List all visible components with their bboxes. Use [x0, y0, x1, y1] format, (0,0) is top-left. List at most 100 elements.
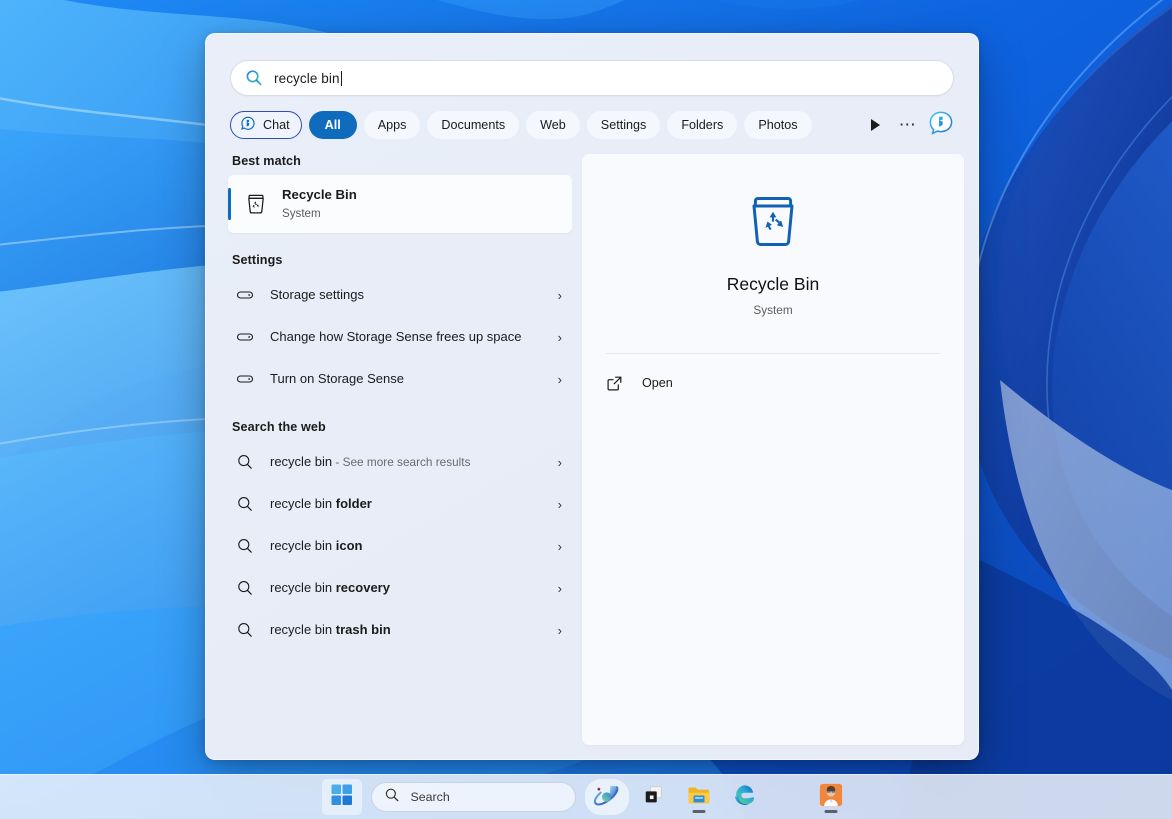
- web-result-label: recycle bin recovery: [270, 578, 548, 598]
- filter-pill-apps[interactable]: Apps: [363, 111, 421, 139]
- magnifier-icon: [236, 537, 254, 555]
- settings-result-storage-sense-free-space[interactable]: Change how Storage Sense frees up space …: [228, 316, 572, 358]
- preview-action-open[interactable]: Open: [582, 360, 964, 406]
- section-heading-search-the-web: Search the web: [232, 420, 326, 434]
- text-caret: [340, 70, 342, 86]
- filter-next-button[interactable]: [862, 112, 888, 138]
- web-result-note: - See more search results: [332, 454, 471, 469]
- search-input[interactable]: recycle bin: [230, 60, 954, 96]
- play-arrow-icon: [870, 119, 880, 131]
- web-result-see-more[interactable]: recycle bin - See more search results ›: [228, 441, 572, 483]
- filter-pill-web[interactable]: Web: [526, 111, 580, 139]
- settings-result-turn-on-storage-sense[interactable]: Turn on Storage Sense ›: [228, 358, 572, 400]
- taskbar-item-copilot[interactable]: [584, 779, 629, 815]
- windows-search-panel: recycle bin Chat All Apps Documents Web: [205, 33, 979, 760]
- settings-result-storage-settings[interactable]: Storage settings ›: [228, 274, 572, 316]
- search-results-body: Best match Recycle Bin System Settings S…: [206, 139, 978, 759]
- taskbar-item-profile-app[interactable]: [811, 779, 851, 815]
- preview-panel: Recycle Bin System Open: [582, 154, 964, 745]
- web-result-query: recycle bin: [270, 495, 336, 511]
- recycle-bin-icon: [244, 192, 268, 216]
- filter-pill-chat[interactable]: Chat: [230, 111, 302, 139]
- web-result-suffix: icon: [335, 537, 363, 553]
- preview-divider: [606, 353, 940, 354]
- filter-pill-documents[interactable]: Documents: [427, 111, 520, 139]
- web-result-label: recycle bin - See more search results: [270, 452, 548, 472]
- preview-title: Recycle Bin: [726, 274, 820, 294]
- chevron-right-icon[interactable]: ›: [548, 581, 562, 596]
- web-result-label: recycle bin icon: [270, 536, 548, 556]
- search-icon: [245, 69, 263, 87]
- filter-pill-folders-label: Folders: [681, 118, 724, 132]
- web-result-query: recycle bin: [270, 453, 333, 469]
- chevron-right-icon[interactable]: ›: [548, 372, 562, 387]
- preview-action-label: Open: [642, 376, 673, 390]
- hard-drive-icon: [236, 370, 254, 388]
- filter-pill-settings-label: Settings: [600, 118, 647, 132]
- best-match-subtitle: System: [282, 207, 321, 220]
- settings-result-label: Turn on Storage Sense: [270, 370, 404, 386]
- results-column: Best match Recycle Bin System Settings S…: [220, 154, 572, 745]
- windows-logo-icon: [331, 784, 353, 811]
- filter-pill-photos[interactable]: Photos: [744, 111, 812, 139]
- section-heading-settings: Settings: [232, 253, 283, 267]
- web-result-icon[interactable]: recycle bin icon ›: [228, 525, 572, 567]
- taskbar-item-edge[interactable]: [724, 779, 764, 815]
- web-result-recovery[interactable]: recycle bin recovery ›: [228, 567, 572, 609]
- taskbar-search-placeholder: Search: [410, 790, 450, 804]
- file-explorer-icon: [687, 784, 711, 811]
- filter-more-button[interactable]: ⋯: [895, 112, 921, 138]
- chevron-right-icon[interactable]: ›: [548, 330, 562, 345]
- hard-drive-icon: [236, 328, 254, 346]
- chevron-right-icon[interactable]: ›: [548, 623, 562, 638]
- chevron-right-icon[interactable]: ›: [548, 288, 562, 303]
- taskbar: Search: [0, 774, 1172, 819]
- chevron-right-icon[interactable]: ›: [548, 455, 562, 470]
- chevron-right-icon[interactable]: ›: [548, 497, 562, 512]
- settings-result-label: Change how Storage Sense frees up space: [270, 328, 522, 344]
- taskbar-search-box[interactable]: Search: [370, 782, 576, 812]
- magnifier-icon: [236, 495, 254, 513]
- preview-subtitle: System: [753, 303, 793, 317]
- search-icon: [384, 787, 400, 808]
- web-result-label: recycle bin folder: [270, 494, 548, 514]
- filter-pill-photos-label: Photos: [758, 118, 798, 132]
- filter-pill-settings[interactable]: Settings: [586, 111, 661, 139]
- search-box-container: recycle bin: [206, 34, 978, 96]
- task-view-icon: [643, 784, 665, 811]
- bing-chat-icon: [928, 110, 954, 141]
- web-result-folder[interactable]: recycle bin folder ›: [228, 483, 572, 525]
- hard-drive-icon: [236, 286, 254, 304]
- web-result-query: recycle bin: [270, 621, 336, 637]
- web-result-query: recycle bin: [270, 579, 336, 595]
- best-match-text: Recycle Bin System: [282, 186, 357, 222]
- filter-pill-apps-label: Apps: [377, 118, 407, 132]
- best-match-title: Recycle Bin: [282, 187, 357, 202]
- web-result-suffix: trash bin: [335, 621, 391, 637]
- running-indicator: [824, 810, 837, 813]
- start-button[interactable]: [321, 779, 362, 815]
- recycle-bin-icon: [742, 190, 804, 252]
- section-heading-best-match: Best match: [232, 154, 301, 168]
- best-match-result-recycle-bin[interactable]: Recycle Bin System: [228, 175, 572, 233]
- chevron-right-icon[interactable]: ›: [548, 539, 562, 554]
- filter-pill-all-label: All: [324, 118, 341, 132]
- ellipsis-icon: ⋯: [898, 115, 918, 134]
- filter-pill-documents-label: Documents: [441, 118, 506, 132]
- person-avatar-icon: [819, 783, 843, 812]
- filter-pill-all[interactable]: All: [308, 111, 357, 139]
- filter-pill-folders[interactable]: Folders: [667, 111, 738, 139]
- copilot-chat-button[interactable]: [928, 110, 954, 141]
- taskbar-item-file-explorer[interactable]: [679, 779, 719, 815]
- magnifier-icon: [236, 621, 254, 639]
- filter-pill-chat-label: Chat: [263, 118, 290, 132]
- web-result-query: recycle bin: [270, 537, 336, 553]
- edge-icon: [732, 783, 756, 812]
- web-result-suffix: folder: [335, 495, 372, 511]
- web-result-trash-bin[interactable]: recycle bin trash bin ›: [228, 609, 572, 651]
- open-external-icon: [606, 375, 623, 392]
- web-result-label: recycle bin trash bin: [270, 620, 548, 640]
- magnifier-icon: [236, 453, 254, 471]
- preview-icon-container: [582, 190, 964, 252]
- taskbar-item-task-view[interactable]: [634, 779, 674, 815]
